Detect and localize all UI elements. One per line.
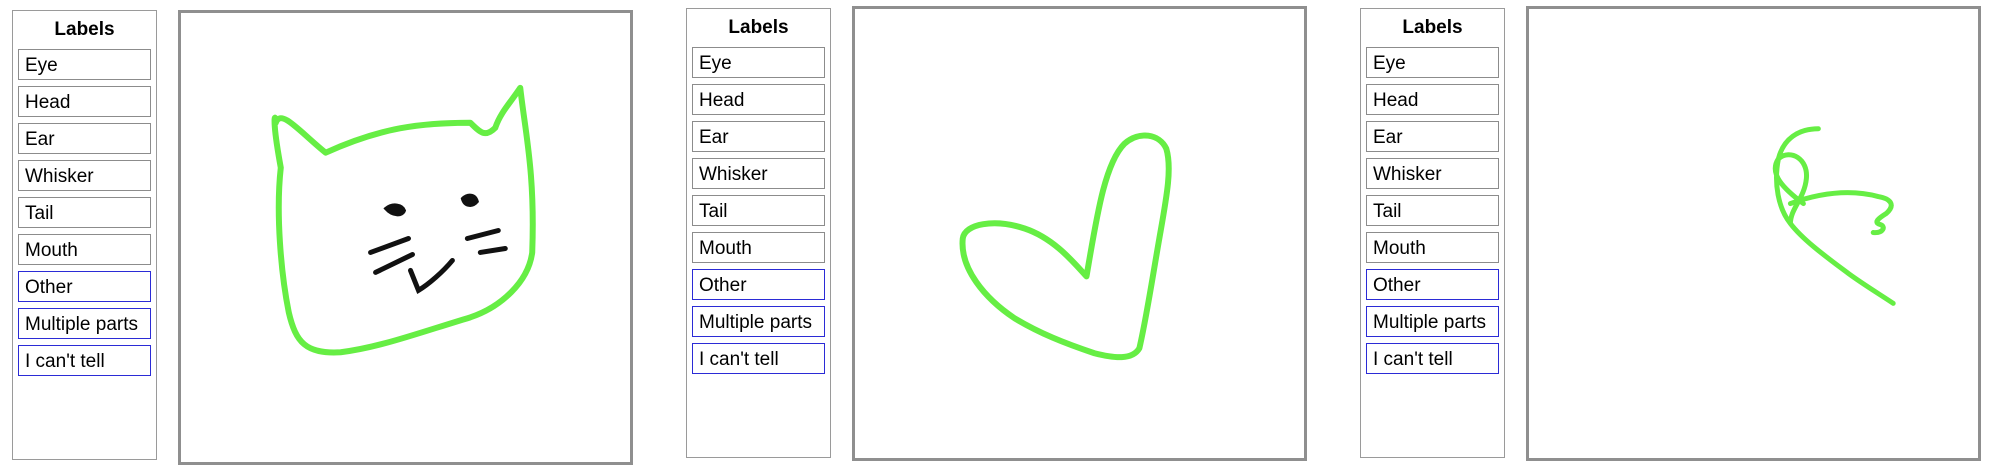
mouth-stroke [407, 257, 455, 295]
label-cant-tell[interactable]: I can't tell [1366, 343, 1499, 374]
heart-sketch [959, 132, 1172, 361]
left-whisker-2 [373, 251, 415, 275]
label-whisker[interactable]: Whisker [1366, 158, 1499, 189]
annotation-group-3: Labels Eye Head Ear Whisker Tail Mouth O… [1348, 0, 1998, 472]
drawing-canvas[interactable] [1526, 6, 1981, 461]
label-multiple-parts[interactable]: Multiple parts [1366, 306, 1499, 337]
labels-title: Labels [1402, 17, 1463, 38]
labels-title: Labels [728, 17, 789, 38]
head-stroke [271, 84, 536, 356]
label-mouth[interactable]: Mouth [692, 232, 825, 263]
drawing-canvas[interactable] [852, 6, 1307, 461]
annotation-group-2: Labels Eye Head Ear Whisker Tail Mouth O… [674, 0, 1334, 472]
right-whisker-1 [464, 228, 501, 241]
left-eye [383, 203, 407, 217]
left-whisker-1 [368, 236, 411, 255]
scribble-sketch [1772, 126, 1896, 306]
label-tail[interactable]: Tail [1366, 195, 1499, 226]
label-mouth[interactable]: Mouth [18, 234, 151, 265]
heart-stroke [959, 132, 1172, 361]
label-mouth[interactable]: Mouth [1366, 232, 1499, 263]
label-ear[interactable]: Ear [692, 121, 825, 152]
right-whisker-2 [477, 245, 508, 255]
label-eye[interactable]: Eye [1366, 47, 1499, 78]
labels-panel: Labels Eye Head Ear Whisker Tail Mouth O… [12, 10, 157, 460]
label-other[interactable]: Other [1366, 269, 1499, 300]
scribble-stroke [1772, 126, 1896, 306]
label-cant-tell[interactable]: I can't tell [18, 345, 151, 376]
label-ear[interactable]: Ear [18, 123, 151, 154]
labels-panel: Labels Eye Head Ear Whisker Tail Mouth O… [1360, 8, 1505, 458]
label-eye[interactable]: Eye [18, 49, 151, 80]
label-eye[interactable]: Eye [692, 47, 825, 78]
label-other[interactable]: Other [18, 271, 151, 302]
label-cant-tell[interactable]: I can't tell [692, 343, 825, 374]
label-multiple-parts[interactable]: Multiple parts [692, 306, 825, 337]
label-other[interactable]: Other [692, 269, 825, 300]
labels-title: Labels [54, 19, 115, 40]
label-ear[interactable]: Ear [1366, 121, 1499, 152]
right-eye [460, 193, 479, 207]
label-tail[interactable]: Tail [692, 195, 825, 226]
label-head[interactable]: Head [692, 84, 825, 115]
label-whisker[interactable]: Whisker [692, 158, 825, 189]
annotation-group-1: Labels Eye Head Ear Whisker Tail Mouth O… [0, 0, 660, 472]
labels-panel: Labels Eye Head Ear Whisker Tail Mouth O… [686, 8, 831, 458]
label-multiple-parts[interactable]: Multiple parts [18, 308, 151, 339]
cat-face-sketch [271, 84, 536, 356]
drawing-canvas[interactable] [178, 10, 633, 465]
label-tail[interactable]: Tail [18, 197, 151, 228]
label-whisker[interactable]: Whisker [18, 160, 151, 191]
label-head[interactable]: Head [18, 86, 151, 117]
label-head[interactable]: Head [1366, 84, 1499, 115]
